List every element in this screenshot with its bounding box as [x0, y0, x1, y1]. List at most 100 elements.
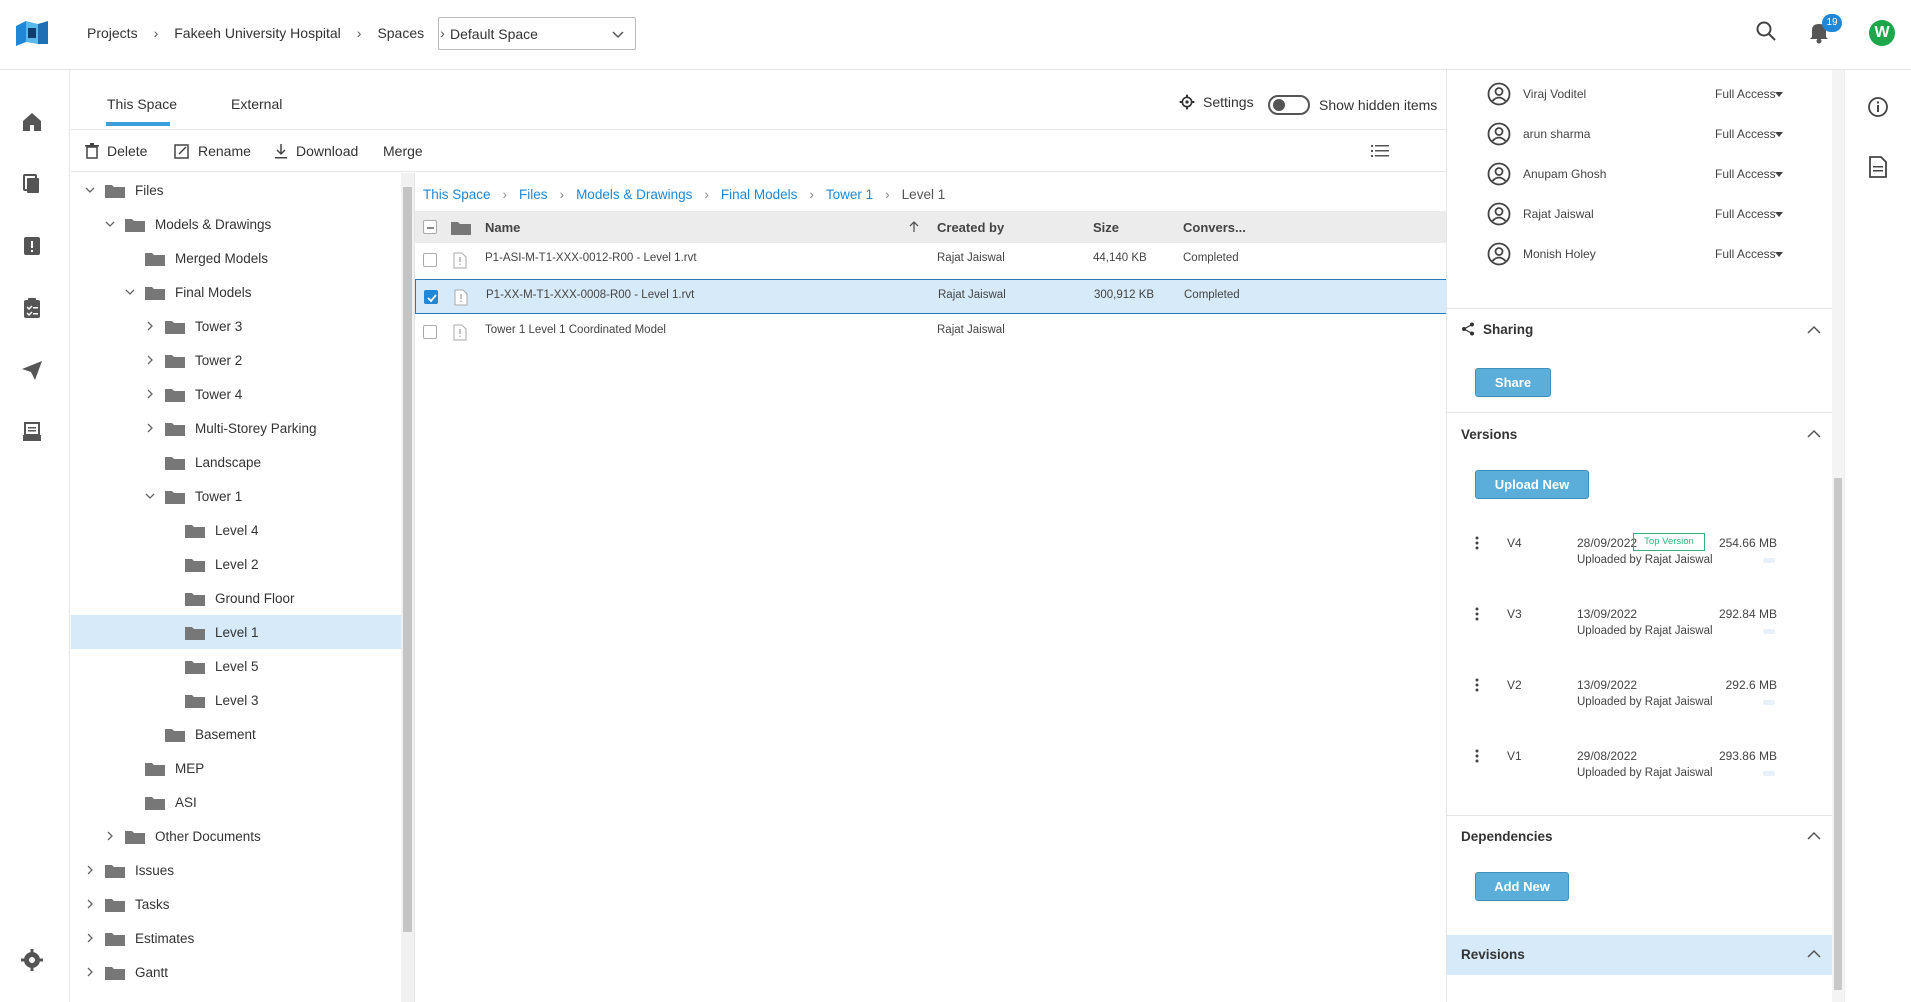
column-size[interactable]: Size — [1093, 220, 1119, 235]
tree-item[interactable]: Merged Models — [71, 241, 401, 275]
settings-button[interactable]: Settings — [1179, 94, 1254, 110]
path-final-models[interactable]: Final Models — [721, 187, 798, 202]
tree-item[interactable]: Estimates — [71, 921, 401, 955]
details-scrollbar[interactable] — [1832, 70, 1844, 1002]
document-icon[interactable] — [1869, 156, 1887, 178]
share-button[interactable]: Share — [1475, 368, 1551, 397]
caret-down-icon[interactable] — [1775, 132, 1783, 137]
sort-ascending-icon[interactable] — [909, 221, 919, 233]
file-row[interactable]: P1-ASI-M-T1-XXX-0012-R00 - Level 1.rvt Ra… — [415, 243, 1447, 278]
chevron-right-icon[interactable] — [83, 965, 97, 979]
file-row[interactable]: P1-XX-M-T1-XXX-0008-R00 - Level 1.rvt Raj… — [415, 279, 1447, 314]
chevron-up-icon[interactable] — [1807, 325, 1821, 335]
path-models-drawings[interactable]: Models & Drawings — [576, 187, 692, 202]
tree-item[interactable]: Level 1 — [71, 615, 401, 649]
path-this-space[interactable]: This Space — [423, 187, 491, 202]
space-select[interactable]: Default Space — [438, 17, 636, 50]
chevron-down-icon[interactable] — [103, 217, 117, 231]
caret-down-icon[interactable] — [1775, 212, 1783, 217]
tree-item[interactable]: Level 4 — [71, 513, 401, 547]
file-name[interactable]: P1-ASI-M-T1-XXX-0012-R00 - Level 1.rvt — [485, 252, 697, 264]
breadcrumb-project[interactable]: Fakeeh University Hospital — [174, 25, 341, 41]
info-icon[interactable] — [1867, 96, 1889, 118]
chevron-right-icon[interactable] — [83, 897, 97, 911]
tree-item[interactable]: Tower 3 — [71, 309, 401, 343]
tree-item[interactable]: Final Models — [71, 275, 401, 309]
row-checkbox[interactable] — [423, 253, 437, 267]
member-access-select[interactable]: Full Access — [1715, 207, 1776, 221]
tree-item[interactable]: Level 2 — [71, 547, 401, 581]
member-access-select[interactable]: Full Access — [1715, 127, 1776, 141]
chevron-down-icon[interactable] — [83, 183, 97, 197]
tree-item[interactable]: Issues — [71, 853, 401, 887]
chevron-down-icon[interactable] — [143, 489, 157, 503]
search-icon[interactable] — [1755, 20, 1777, 42]
more-vertical-icon[interactable] — [1475, 749, 1479, 763]
tree-item[interactable]: Tasks — [71, 887, 401, 921]
column-name[interactable]: Name — [485, 220, 520, 235]
chevron-right-icon[interactable] — [103, 829, 117, 843]
member-access-select[interactable]: Full Access — [1715, 87, 1776, 101]
path-tower-1[interactable]: Tower 1 — [826, 187, 873, 202]
add-dependency-button[interactable]: Add New — [1475, 872, 1569, 901]
tree-item[interactable]: Gantt — [71, 955, 401, 989]
chevron-up-icon[interactable] — [1807, 949, 1821, 959]
breadcrumb-projects[interactable]: Projects — [87, 25, 138, 41]
file-name[interactable]: P1-XX-M-T1-XXX-0008-R00 - Level 1.rvt — [486, 289, 694, 301]
chevron-right-icon[interactable] — [143, 353, 157, 367]
avatar[interactable]: W — [1869, 20, 1895, 46]
tree-item[interactable]: Landscape — [71, 445, 401, 479]
show-hidden-toggle[interactable] — [1268, 95, 1310, 115]
file-row[interactable]: Tower 1 Level 1 Coordinated Model Rajat J… — [415, 315, 1447, 350]
rename-button[interactable]: Rename — [174, 143, 251, 159]
select-all-checkbox[interactable] — [423, 220, 437, 234]
member-access-select[interactable]: Full Access — [1715, 247, 1776, 261]
tasks-icon[interactable] — [20, 296, 44, 320]
tree-item[interactable]: Tower 1 — [71, 479, 401, 513]
revisions-header[interactable]: Revisions — [1447, 935, 1832, 975]
merge-button[interactable]: Merge — [383, 143, 423, 159]
chevron-up-icon[interactable] — [1807, 429, 1821, 439]
row-checkbox[interactable] — [424, 290, 438, 304]
tree-item[interactable]: MEP — [71, 751, 401, 785]
column-conversion[interactable]: Convers... — [1183, 220, 1246, 235]
tree-item[interactable]: Tower 4 — [71, 377, 401, 411]
tree-item[interactable]: Models & Drawings — [71, 207, 401, 241]
list-view-icon[interactable] — [1371, 144, 1389, 160]
delete-button[interactable]: Delete — [85, 143, 147, 159]
estimate-icon[interactable] — [20, 420, 44, 444]
tree-item[interactable]: Files — [71, 173, 401, 207]
chevron-right-icon[interactable] — [143, 387, 157, 401]
tree-item[interactable]: Level 5 — [71, 649, 401, 683]
chevron-right-icon[interactable] — [83, 931, 97, 945]
breadcrumb-spaces[interactable]: Spaces — [377, 25, 424, 41]
tab-external[interactable]: External — [231, 96, 282, 112]
more-vertical-icon[interactable] — [1475, 678, 1479, 692]
more-vertical-icon[interactable] — [1475, 536, 1479, 550]
files-icon[interactable] — [20, 172, 44, 196]
chevron-down-icon[interactable] — [123, 285, 137, 299]
home-icon[interactable] — [20, 110, 44, 134]
tree-item[interactable]: Basement — [71, 717, 401, 751]
download-button[interactable]: Download — [274, 143, 358, 159]
tree-item[interactable]: Ground Floor — [71, 581, 401, 615]
caret-down-icon[interactable] — [1775, 92, 1783, 97]
tree-item[interactable]: ASI — [71, 785, 401, 819]
tree-item[interactable]: Multi-Storey Parking — [71, 411, 401, 445]
row-checkbox[interactable] — [423, 325, 437, 339]
upload-new-button[interactable]: Upload New — [1475, 470, 1589, 499]
gear-icon[interactable] — [20, 948, 44, 972]
chevron-right-icon[interactable] — [83, 863, 97, 877]
path-files[interactable]: Files — [519, 187, 548, 202]
caret-down-icon[interactable] — [1775, 252, 1783, 257]
tab-this-space[interactable]: This Space — [107, 96, 177, 112]
column-created-by[interactable]: Created by — [937, 220, 1004, 235]
send-icon[interactable] — [20, 358, 44, 382]
chevron-up-icon[interactable] — [1807, 831, 1821, 841]
tree-item[interactable]: Other Documents — [71, 819, 401, 853]
tree-scrollbar[interactable] — [401, 173, 414, 1002]
file-name[interactable]: Tower 1 Level 1 Coordinated Model — [485, 324, 666, 336]
caret-down-icon[interactable] — [1775, 172, 1783, 177]
tree-item[interactable]: Tower 2 — [71, 343, 401, 377]
tree-item[interactable]: Level 3 — [71, 683, 401, 717]
